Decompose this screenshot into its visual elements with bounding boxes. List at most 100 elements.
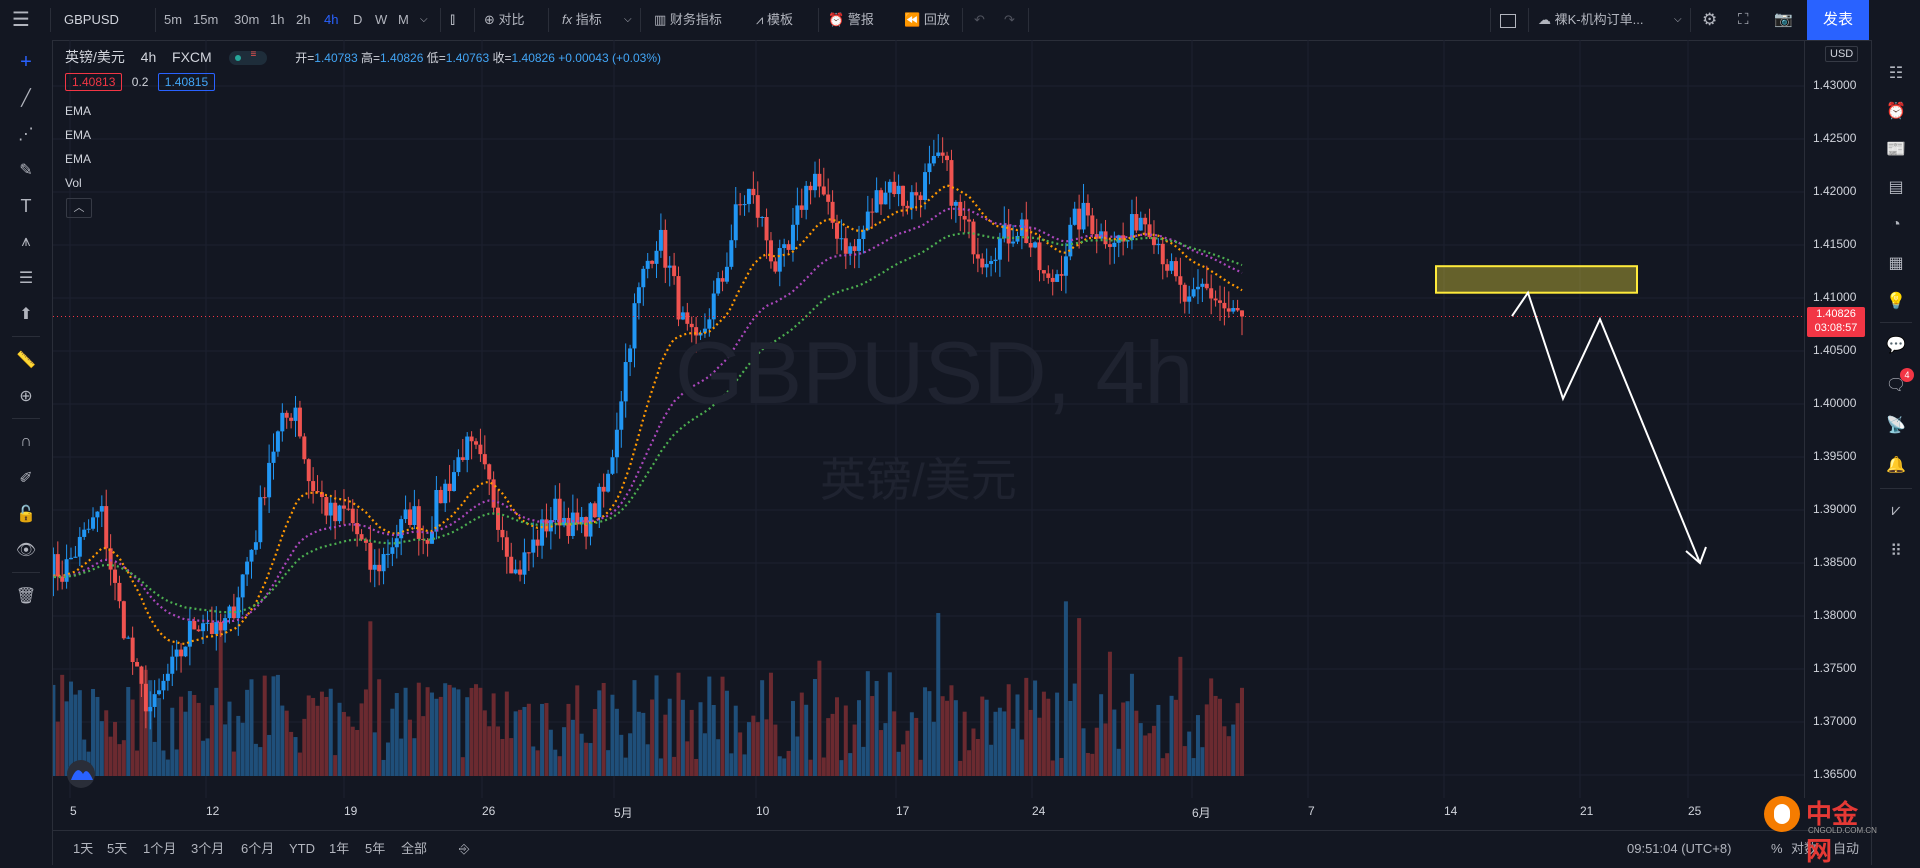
interval-1h[interactable]: 1h	[270, 0, 284, 40]
trash-icon[interactable]: 🗑	[10, 582, 42, 610]
eye-icon[interactable]: 👁	[10, 536, 42, 564]
range-全部[interactable]: 全部	[401, 831, 427, 866]
interval-D[interactable]: D	[353, 0, 362, 40]
ruler-icon[interactable]: 📏	[10, 346, 42, 374]
datawindow-icon[interactable]: ▤	[1880, 172, 1912, 202]
crosshair-icon[interactable]: +	[10, 48, 42, 76]
candle-body	[1151, 237, 1156, 246]
candle-body	[1231, 307, 1236, 312]
range-3个月[interactable]: 3个月	[191, 831, 224, 866]
magnet-icon[interactable]: ∩	[10, 428, 42, 456]
range-1个月[interactable]: 1个月	[143, 831, 176, 866]
templates-button[interactable]: ⩘ 模板	[756, 0, 793, 40]
trendline-icon[interactable]: ╱	[10, 84, 42, 112]
currency-badge[interactable]: USD	[1825, 46, 1859, 62]
lock-icon[interactable]: 🔓	[10, 500, 42, 528]
volume-bar	[491, 693, 496, 776]
chevron-down-icon[interactable]: ⌵	[624, 0, 632, 40]
publish-button[interactable]: 发表	[1807, 0, 1869, 40]
legend-ema-2[interactable]: EMA	[65, 128, 91, 142]
candle-body	[645, 260, 650, 269]
interval-M[interactable]: M	[398, 0, 409, 40]
dots-grid-icon[interactable]: ⠿	[1880, 536, 1912, 566]
range-5天[interactable]: 5天	[107, 831, 127, 866]
legend-ema-3[interactable]: EMA	[65, 152, 91, 166]
brush-icon[interactable]: ✎	[10, 156, 42, 184]
volume-bar	[927, 691, 932, 776]
chevron-down-icon[interactable]: ⌵	[420, 0, 428, 40]
undo-icon[interactable]: ↶	[974, 0, 985, 40]
price-axis[interactable]: USD 1.43000 1.42500 1.42000 1.41500 1.41000 1…	[1804, 40, 1873, 798]
calendar-icon[interactable]: ▦	[1880, 248, 1912, 278]
candle-body	[927, 163, 932, 173]
watchlist-icon[interactable]: ☷	[1880, 58, 1912, 88]
indicators-button[interactable]: fx 指标	[562, 0, 602, 40]
layout-name-button[interactable]: ☁ 裸K-机构订单...	[1538, 0, 1643, 40]
pencil-lock-icon[interactable]: ✐	[10, 464, 42, 492]
fullscreen-icon[interactable]: ⛶	[1738, 0, 1749, 40]
goto-date-icon[interactable]: ⎆	[459, 831, 469, 866]
candle-body	[883, 192, 888, 205]
candle-body	[1138, 217, 1143, 231]
legend-pair[interactable]: 英镑/美元	[65, 49, 125, 65]
volume-bar	[513, 711, 518, 776]
redo-icon[interactable]: ↷	[1004, 0, 1015, 40]
trading-panel-icon[interactable]: ⩗	[1880, 496, 1912, 526]
candles-icon[interactable]: ⫾	[450, 0, 455, 40]
candle-body	[540, 519, 545, 546]
range-1天[interactable]: 1天	[73, 831, 93, 866]
news-icon[interactable]: 📰	[1880, 134, 1912, 164]
replay-button[interactable]: ⏪ 回放	[904, 0, 950, 40]
hotlist-icon[interactable]: ◔	[1880, 210, 1912, 240]
bell-icon[interactable]: 🔔	[1880, 450, 1912, 480]
alarm-clock-icon[interactable]: ⏰	[1880, 96, 1912, 126]
alerts-button[interactable]: ⏰ 警报	[828, 0, 874, 40]
interval-4h[interactable]: 4h	[324, 0, 338, 40]
streams-icon[interactable]: 📡	[1880, 410, 1912, 440]
candle-body	[148, 706, 153, 712]
candle-body	[1209, 288, 1214, 299]
arrow-up-icon[interactable]: ⬆	[10, 300, 42, 328]
legend-ema-1[interactable]: EMA	[65, 104, 91, 118]
volume-bar	[1125, 701, 1130, 776]
candle-body	[412, 506, 417, 525]
interval-30m[interactable]: 30m	[234, 0, 259, 40]
volume-bar	[363, 689, 368, 776]
ideas-icon[interactable]: 💡	[1880, 286, 1912, 316]
candle-body	[390, 547, 395, 554]
ask-button[interactable]: 1.40815	[157, 73, 216, 91]
candle-body	[914, 192, 919, 196]
pattern-icon[interactable]: ⩚	[10, 228, 42, 256]
gear-icon[interactable]: ⚙	[1702, 0, 1717, 40]
interval-15m[interactable]: 15m	[193, 0, 218, 40]
compare-button[interactable]: ⊕ 对比	[484, 0, 525, 40]
range-YTD[interactable]: YTD	[289, 831, 315, 866]
interval-2h[interactable]: 2h	[296, 0, 310, 40]
financials-button[interactable]: ▥ 财务指标	[654, 0, 722, 40]
bid-button[interactable]: 1.40813	[65, 73, 123, 91]
candle-body	[879, 190, 884, 205]
interval-W[interactable]: W	[375, 0, 387, 40]
text-icon[interactable]: T	[10, 192, 42, 220]
range-1年[interactable]: 1年	[329, 831, 349, 866]
range-6个月[interactable]: 6个月	[241, 831, 274, 866]
clock-label[interactable]: 09:51:04 (UTC+8)	[1627, 831, 1731, 866]
messages-icon[interactable]: 🗨 4	[1880, 368, 1914, 400]
candle-body	[385, 553, 390, 555]
range-5年[interactable]: 5年	[365, 831, 385, 866]
candle-body	[465, 436, 470, 460]
layout-square-icon[interactable]	[1500, 0, 1516, 40]
symbol-search[interactable]: GBPUSD	[64, 0, 119, 40]
collapse-legend-button[interactable]: ︿	[66, 198, 92, 218]
chat-icon[interactable]: 💬	[1880, 330, 1912, 360]
market-status-badge[interactable]: ≡	[229, 49, 268, 66]
prediction-icon[interactable]: ☰	[10, 264, 42, 292]
legend-vol[interactable]: Vol	[65, 176, 82, 190]
zoom-in-icon[interactable]: ⊕	[10, 382, 42, 410]
pitchfork-icon[interactable]: ⋰	[10, 120, 42, 148]
volume-bar	[104, 710, 109, 776]
menu-icon[interactable]: ☰	[12, 0, 30, 40]
camera-icon[interactable]: 📷	[1774, 0, 1793, 40]
chevron-down-icon[interactable]: ⌵	[1674, 0, 1682, 40]
interval-5m[interactable]: 5m	[164, 0, 182, 40]
